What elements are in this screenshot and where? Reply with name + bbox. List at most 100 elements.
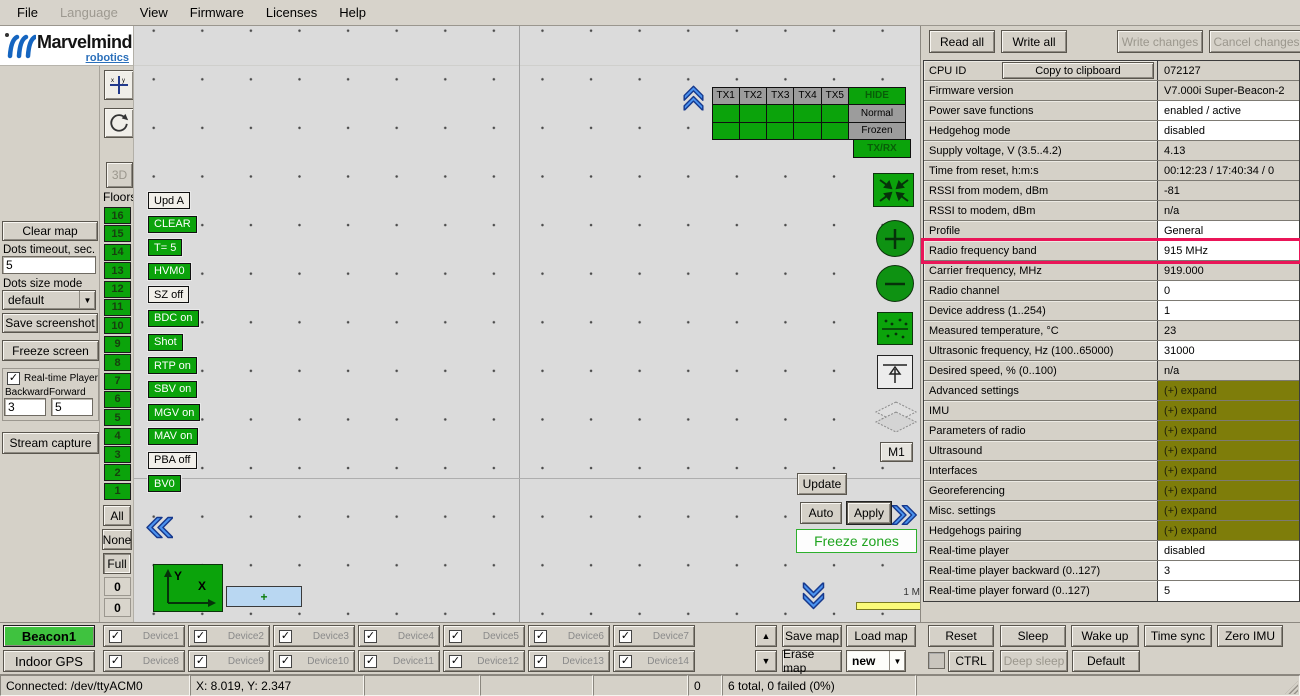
zoom-in-button[interactable]: [876, 220, 914, 257]
read-all-button[interactable]: Read all: [929, 30, 995, 53]
param-value[interactable]: (+) expand: [1158, 481, 1299, 500]
floor-button-13[interactable]: 13: [104, 262, 131, 279]
checkbox-checked-icon[interactable]: ✓: [364, 630, 377, 643]
menu-view[interactable]: View: [129, 0, 179, 25]
tx-normal-cell-3[interactable]: [766, 104, 794, 123]
tx-hide-button[interactable]: HIDE: [848, 87, 906, 106]
dots-timeout-input[interactable]: [2, 256, 96, 274]
map-toggle-pba-off[interactable]: PBA off: [148, 452, 197, 469]
tx-frozen-cell-3[interactable]: [766, 122, 794, 141]
load-map-button[interactable]: Load map: [846, 625, 916, 647]
dots-size-combo[interactable]: default ▼: [2, 290, 96, 310]
3d-view-button[interactable]: 3D: [106, 162, 133, 188]
map-toggle-t-5[interactable]: T= 5: [148, 239, 182, 256]
checkbox-checked-icon[interactable]: ✓: [279, 655, 292, 668]
map-toggle-hvm0[interactable]: HVM0: [148, 263, 191, 280]
tx-column-tx2[interactable]: TX2: [739, 87, 767, 106]
tx-txrx-button[interactable]: TX/RX: [853, 139, 911, 158]
chevron-double-left-icon[interactable]: [143, 514, 173, 544]
device-toggle-device5[interactable]: ✓Device5: [443, 625, 525, 647]
update-button[interactable]: Update: [797, 473, 847, 495]
zoom-out-button[interactable]: [876, 265, 914, 302]
deep-sleep-button[interactable]: Deep sleep: [1000, 650, 1068, 672]
clear-map-button[interactable]: Clear map: [2, 221, 98, 241]
map-toggle-bdc-on[interactable]: BDC on: [148, 310, 199, 327]
param-value[interactable]: (+) expand: [1158, 381, 1299, 400]
checkbox-checked-icon[interactable]: ✓: [364, 655, 377, 668]
floor-button-8[interactable]: 8: [104, 354, 131, 371]
floors-none-button[interactable]: None: [102, 529, 132, 550]
chevron-down-icon[interactable]: ▼: [889, 651, 905, 671]
wake-up-button[interactable]: Wake up: [1071, 625, 1139, 647]
map-canvas[interactable]: Upd ACLEART= 5HVM0SZ offBDC onShotRTP on…: [133, 26, 920, 622]
tx-frozen-cell-5[interactable]: [821, 122, 849, 141]
tx-column-tx1[interactable]: TX1: [712, 87, 740, 106]
floor-button-5[interactable]: 5: [104, 409, 131, 426]
map-toggle-shot[interactable]: Shot: [148, 334, 183, 351]
beacon-tab-button[interactable]: Beacon1: [3, 625, 95, 647]
map-toggle-sbv-on[interactable]: SBV on: [148, 381, 197, 398]
floor-button-10[interactable]: 10: [104, 317, 131, 334]
checkbox-checked-icon[interactable]: ✓: [534, 655, 547, 668]
sleep-button[interactable]: Sleep: [1000, 625, 1066, 647]
tx-frozen-cell-4[interactable]: [793, 122, 821, 141]
checkbox-checked-icon[interactable]: ✓: [619, 630, 632, 643]
stream-capture-button[interactable]: Stream capture: [2, 432, 99, 454]
apply-button[interactable]: Apply: [847, 502, 891, 524]
chevron-double-right-icon[interactable]: [892, 499, 920, 528]
tx-normal-button[interactable]: Normal: [848, 104, 906, 123]
scroll-down-button[interactable]: ▼: [755, 650, 777, 672]
floor-button-12[interactable]: 12: [104, 281, 131, 298]
floor-button-15[interactable]: 15: [104, 225, 131, 242]
map-toggle-bv0[interactable]: BV0: [148, 475, 181, 492]
floor-button-6[interactable]: 6: [104, 391, 131, 408]
floor-button-1[interactable]: 1: [104, 483, 131, 500]
map-select-combo[interactable]: new ▼: [846, 650, 906, 672]
freeze-screen-button[interactable]: Freeze screen: [2, 340, 99, 361]
tx-normal-cell-4[interactable]: [793, 104, 821, 123]
indoor-gps-tab-button[interactable]: Indoor GPS: [3, 650, 95, 672]
add-submap-button[interactable]: +: [226, 586, 302, 607]
checkbox-checked-icon[interactable]: ✓: [109, 630, 122, 643]
map-toggle-sz-off[interactable]: SZ off: [148, 286, 189, 303]
map-toggle-rtp-on[interactable]: RTP on: [148, 357, 197, 374]
param-value[interactable]: (+) expand: [1158, 461, 1299, 480]
checkbox-checked-icon[interactable]: ✓: [534, 630, 547, 643]
forward-input[interactable]: [51, 398, 93, 416]
device-toggle-device14[interactable]: ✓Device14: [613, 650, 695, 672]
layers-icon[interactable]: [874, 400, 918, 440]
param-value[interactable]: (+) expand: [1158, 441, 1299, 460]
freeze-zones-button[interactable]: Freeze zones: [796, 529, 917, 553]
device-toggle-device10[interactable]: ✓Device10: [273, 650, 355, 672]
reset-button[interactable]: Reset: [928, 625, 994, 647]
menu-firmware[interactable]: Firmware: [179, 0, 255, 25]
save-screenshot-button[interactable]: Save screenshot: [2, 313, 98, 333]
erase-map-button[interactable]: Erase map: [782, 650, 842, 672]
menu-help[interactable]: Help: [328, 0, 377, 25]
floors-full-button[interactable]: Full: [103, 553, 131, 574]
chevron-double-up-icon[interactable]: [679, 83, 706, 111]
device-toggle-device6[interactable]: ✓Device6: [528, 625, 610, 647]
device-toggle-device9[interactable]: ✓Device9: [188, 650, 270, 672]
tx-column-tx4[interactable]: TX4: [793, 87, 821, 106]
floor-button-2[interactable]: 2: [104, 464, 131, 481]
zero-imu-button[interactable]: Zero IMU: [1217, 625, 1283, 647]
floor-button-14[interactable]: 14: [104, 244, 131, 261]
write-all-button[interactable]: Write all: [1001, 30, 1067, 53]
chevron-double-down-icon[interactable]: [800, 583, 831, 613]
ctrl-checkbox[interactable]: [928, 652, 945, 669]
save-map-button[interactable]: Save map: [782, 625, 842, 647]
time-sync-button[interactable]: Time sync: [1144, 625, 1212, 647]
checkbox-checked-icon[interactable]: ✓: [619, 655, 632, 668]
write-changes-button[interactable]: Write changes: [1117, 30, 1203, 53]
map-toggle-mav-on[interactable]: MAV on: [148, 428, 198, 445]
resize-grip[interactable]: [1285, 681, 1298, 694]
menu-licenses[interactable]: Licenses: [255, 0, 328, 25]
upload-button[interactable]: [877, 355, 913, 389]
param-value[interactable]: (+) expand: [1158, 421, 1299, 440]
checkbox-checked-icon[interactable]: ✓: [194, 655, 207, 668]
cancel-changes-button[interactable]: Cancel changes: [1209, 30, 1300, 53]
device-toggle-device7[interactable]: ✓Device7: [613, 625, 695, 647]
device-toggle-device13[interactable]: ✓Device13: [528, 650, 610, 672]
checkbox-checked-icon[interactable]: ✓: [279, 630, 292, 643]
